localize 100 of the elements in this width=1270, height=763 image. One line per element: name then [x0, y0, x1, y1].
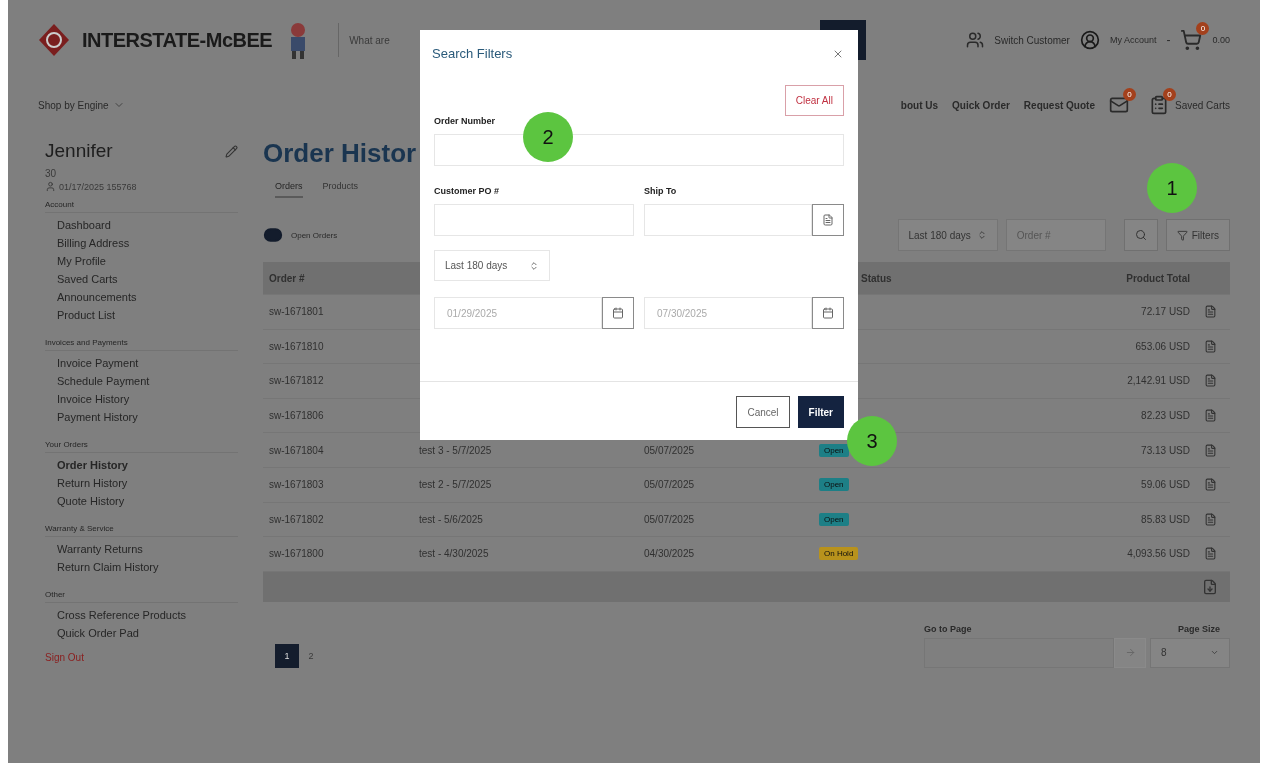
table-cell-text: sw-1671810 [269, 340, 325, 352]
document-icon[interactable] [1203, 443, 1217, 457]
field-label: Ship To [644, 186, 678, 196]
document-icon [822, 214, 834, 226]
filter-button[interactable]: Filter [797, 396, 844, 428]
my-account-link[interactable]: My Account [1109, 35, 1157, 45]
document-icon[interactable] [1203, 512, 1217, 526]
document-icon[interactable] [1203, 409, 1217, 423]
page-link[interactable]: 1 [275, 643, 299, 668]
sidebar-item[interactable]: Billing Address [45, 234, 238, 252]
document-icon[interactable] [1203, 547, 1217, 561]
sidebar-item[interactable]: Return Claim History [45, 558, 238, 576]
document-icon[interactable] [1203, 478, 1217, 492]
logo-text: INTERSTATE-McBEE [82, 28, 273, 52]
sidebar-item[interactable]: Payment History [45, 408, 238, 426]
table-cell-text: 4,093.56 USD [1126, 548, 1190, 560]
clear-all-button[interactable]: Clear All [784, 85, 844, 116]
page-link[interactable]: 2 [299, 643, 323, 668]
column-header: Product Total [1125, 272, 1190, 284]
field-label: Order Number [434, 116, 496, 126]
arrow-right-icon [1124, 647, 1136, 659]
saved-carts-link[interactable]: Saved Carts [1174, 99, 1230, 111]
table-cell-text: test - 4/30/2025 [419, 548, 490, 560]
table-cell-text: sw-1671804 [269, 444, 325, 456]
envelope-icon[interactable] [1108, 95, 1129, 115]
sidebar-item[interactable]: Invoice History [45, 390, 238, 408]
status-tag: On Hold [819, 547, 859, 561]
users-icon[interactable] [966, 31, 985, 49]
table-cell-text: 04/30/2025 [644, 548, 696, 560]
shop-by-engine-menu[interactable]: Shop by Engine [38, 99, 109, 111]
sidebar-item[interactable]: Invoice Payment [45, 354, 238, 372]
go-to-page-label: Go to Page [924, 623, 973, 634]
field-label: Customer PO # [434, 186, 501, 196]
open-orders-label: Open Orders [291, 230, 338, 240]
user-info-text: 30 [45, 168, 58, 179]
sidebar-item[interactable]: Quick Order Pad [45, 624, 238, 642]
sidebar-item[interactable]: Cross Reference Products [45, 606, 238, 624]
sidebar-item[interactable]: Saved Carts [45, 270, 238, 288]
sidebar-item[interactable]: Announcements [45, 288, 238, 306]
table-cell-text: 05/07/2025 [644, 479, 696, 491]
table-cell-text: sw-1671800 [269, 548, 325, 560]
range-select[interactable]: Last 180 days [897, 219, 998, 251]
section-title: Invoices and Payments [45, 330, 238, 351]
user-name: Jennifer [45, 140, 113, 162]
section-title: Account [45, 192, 238, 213]
nav-link[interactable]: bout Us [900, 99, 939, 111]
table-cell-text: 59.06 USD [1140, 479, 1190, 491]
cancel-button[interactable]: Cancel [736, 396, 790, 428]
status-tag: Open [819, 478, 849, 492]
document-icon[interactable] [1203, 339, 1217, 353]
account-icon[interactable] [1079, 30, 1100, 50]
cart-icon[interactable] [1180, 29, 1203, 51]
account-number: 01/17/2025 155768 [59, 181, 137, 192]
status-tag: Open [819, 443, 849, 457]
filters-button[interactable]: Filters [1165, 219, 1230, 251]
sidebar-item[interactable]: Product List [45, 306, 238, 324]
customer-po-field[interactable] [434, 204, 634, 236]
nav-link[interactable]: Request Quote [1023, 99, 1095, 111]
table-cell-text: test 2 - 5/7/2025 [419, 479, 493, 491]
nav-link[interactable]: Quick Order [952, 99, 1010, 111]
sidebar-item[interactable]: My Profile [45, 252, 238, 270]
export-icon[interactable] [1202, 578, 1218, 595]
updown-icon [529, 260, 539, 271]
table-cell-text: 05/07/2025 [644, 513, 696, 525]
search-button[interactable] [1123, 219, 1158, 251]
search-icon [1134, 229, 1147, 241]
calendar-icon [612, 307, 624, 319]
document-icon[interactable] [1203, 374, 1217, 388]
sidebar-item[interactable]: Return History [45, 474, 238, 492]
sidebar-item[interactable]: Schedule Payment [45, 372, 238, 390]
saved-carts-badge: 0 [1162, 88, 1176, 101]
tab[interactable]: Orders [275, 181, 303, 198]
sign-out-link[interactable]: Sign Out [45, 652, 238, 663]
updown-icon [976, 230, 987, 240]
range-select[interactable]: Last 180 days [434, 250, 550, 281]
sidebar-item[interactable]: Quote History [45, 492, 238, 510]
switch-customer-link[interactable]: Switch Customer [994, 34, 1070, 46]
document-icon[interactable] [1203, 305, 1217, 319]
tab[interactable]: Products [322, 181, 359, 198]
sidebar-item[interactable]: Order History [45, 456, 238, 474]
column-header: Order # [269, 272, 306, 284]
calendar-button[interactable] [812, 297, 844, 329]
dialog-title: Search Filters [432, 46, 513, 61]
table-cell-text: test - 5/6/2025 [419, 513, 484, 525]
ship-to-lookup-button[interactable] [812, 204, 844, 236]
status-tag: Open [819, 512, 849, 526]
table-cell-text: 653.06 USD [1134, 340, 1190, 352]
cart-badge: 0 [1196, 22, 1210, 35]
edit-icon[interactable] [225, 144, 238, 158]
sidebar-item[interactable]: Dashboard [45, 216, 238, 234]
end-date-field[interactable]: 07/30/2025 [644, 297, 812, 329]
start-date-field[interactable]: 01/29/2025 [434, 297, 602, 329]
filter-icon [1176, 229, 1188, 241]
calendar-button[interactable] [602, 297, 634, 329]
table-cell-text: test 3 - 5/7/2025 [419, 444, 493, 456]
table-cell-text: sw-1671803 [269, 479, 325, 491]
sidebar-item[interactable]: Warranty Returns [45, 540, 238, 558]
separator-text: - [1166, 33, 1171, 47]
ship-to-field[interactable] [644, 204, 812, 236]
page-size-select[interactable]: 8 [1150, 637, 1230, 668]
